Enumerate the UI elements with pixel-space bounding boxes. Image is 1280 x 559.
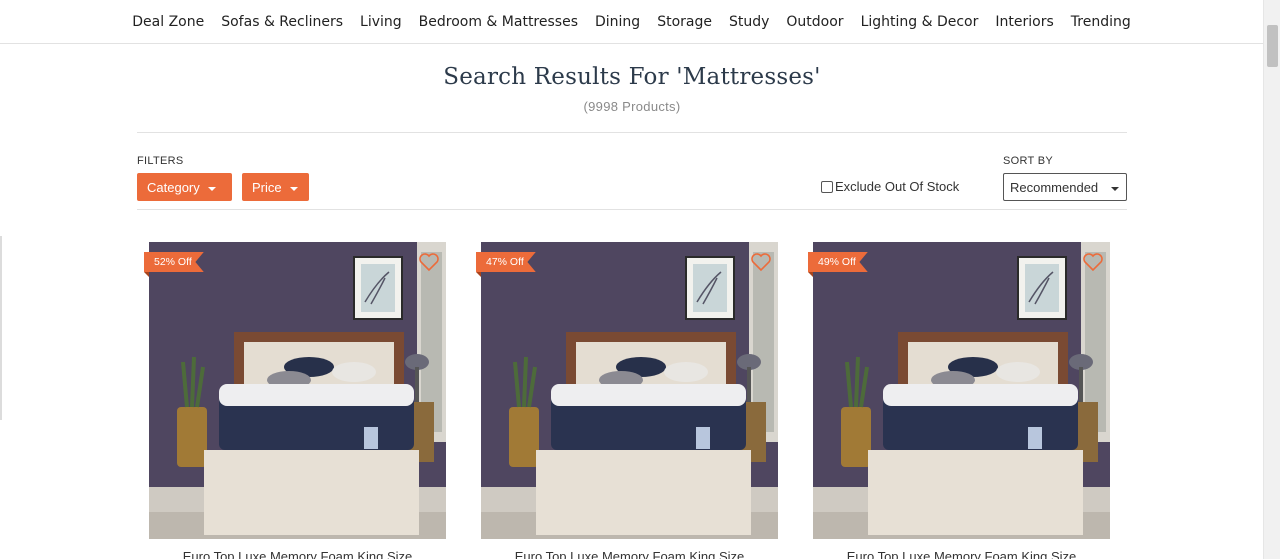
sort-label: SORT BY (1003, 155, 1053, 167)
page-scrollbar[interactable] (1263, 0, 1280, 559)
nav-item-sofas-recliners[interactable]: Sofas & Recliners (213, 14, 352, 30)
discount-badge: 49% Off (808, 252, 868, 272)
nav-item-outdoor[interactable]: Outdoor (778, 14, 852, 30)
category-filter-label: Category (147, 179, 200, 195)
mattress-photo (813, 242, 1110, 539)
nav-item-deal-zone[interactable]: Deal Zone (124, 14, 213, 30)
product-image[interactable] (813, 242, 1110, 539)
scrollbar-thumb[interactable] (1267, 25, 1278, 67)
badge-fold (144, 272, 149, 277)
exclude-out-of-stock-label: Exclude Out Of Stock (835, 179, 960, 194)
product-image[interactable] (149, 242, 446, 539)
result-count: (9998 Products) (583, 99, 681, 114)
sort-selected-value: Recommended (1010, 179, 1099, 195)
nav-item-living[interactable]: Living (352, 14, 411, 30)
product-card[interactable]: 52% Off Euro Top Luxe Memory Foam King S… (144, 242, 446, 559)
divider-top (137, 132, 1127, 133)
filters-label: FILTERS (137, 155, 184, 167)
divider-bottom (137, 209, 1127, 210)
price-filter-button[interactable]: Price (242, 173, 309, 201)
product-card[interactable]: 47% Off Euro Top Luxe Memory Foam King S… (476, 242, 778, 559)
caret-down-icon (207, 186, 216, 191)
caret-down-icon (1111, 187, 1119, 191)
nav-list: Deal Zone Sofas & Recliners Living Bedro… (0, 0, 1263, 44)
discount-badge: 47% Off (476, 252, 536, 272)
nav-item-dining[interactable]: Dining (587, 14, 649, 30)
nav-item-interiors[interactable]: Interiors (987, 14, 1062, 30)
exclude-out-of-stock-toggle[interactable]: Exclude Out Of Stock (821, 179, 959, 194)
nav-item-lighting-decor[interactable]: Lighting & Decor (852, 14, 987, 30)
product-title[interactable]: Euro Top Luxe Memory Foam King Size (149, 549, 446, 559)
product-image[interactable] (481, 242, 778, 539)
search-heading: Search Results For 'Mattresses' (9998 Pr… (137, 64, 1127, 114)
product-title[interactable]: Euro Top Luxe Memory Foam King Size (813, 549, 1110, 559)
nav-item-bedroom-mattresses[interactable]: Bedroom & Mattresses (410, 14, 586, 30)
sort-select[interactable]: Recommended (1003, 173, 1127, 201)
mattress-photo (149, 242, 446, 539)
nav-item-trending[interactable]: Trending (1062, 14, 1139, 30)
heart-outline-icon[interactable] (1082, 252, 1104, 272)
nav-item-storage[interactable]: Storage (649, 14, 721, 30)
badge-fold (808, 272, 813, 277)
nav-item-study[interactable]: Study (720, 14, 777, 30)
product-title[interactable]: Euro Top Luxe Memory Foam King Size (481, 549, 778, 559)
main-navigation: Deal Zone Sofas & Recliners Living Bedro… (0, 0, 1263, 44)
exclude-out-of-stock-checkbox[interactable] (821, 180, 833, 193)
mattress-photo (481, 242, 778, 539)
product-card[interactable]: 49% Off Euro Top Luxe Memory Foam King S… (808, 242, 1110, 559)
discount-badge: 52% Off (144, 252, 204, 272)
caret-down-icon (289, 186, 298, 191)
heart-outline-icon[interactable] (418, 252, 440, 272)
left-edge-divider (0, 236, 2, 420)
page-title: Search Results For 'Mattresses' (443, 64, 821, 90)
badge-fold (476, 272, 481, 277)
heart-outline-icon[interactable] (750, 252, 772, 272)
category-filter-button[interactable]: Category (137, 173, 232, 201)
price-filter-label: Price (252, 179, 282, 195)
